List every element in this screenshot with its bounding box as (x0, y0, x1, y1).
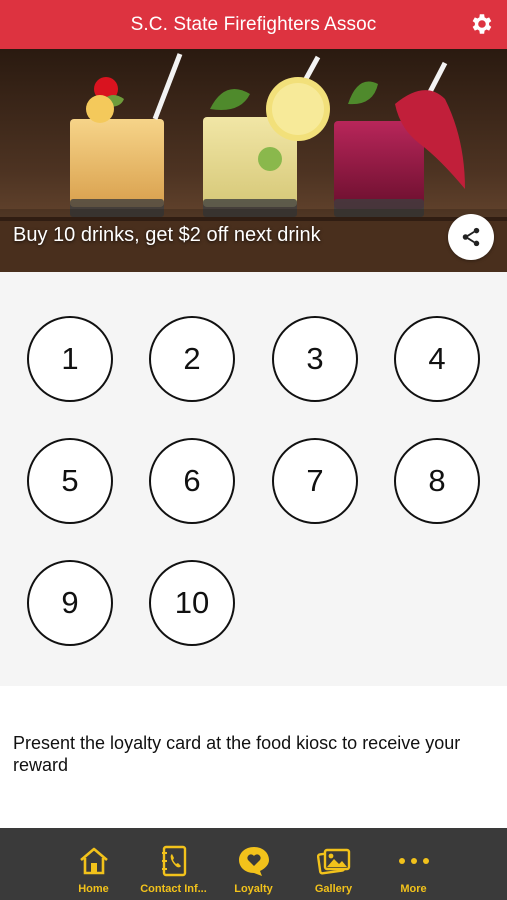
tab-loyalty[interactable]: Loyalty (214, 828, 294, 900)
heart-bubble-icon (237, 845, 271, 877)
contact-book-icon (157, 845, 191, 877)
app-header: S.C. State Firefighters Assoc (0, 0, 507, 49)
home-icon (77, 845, 111, 877)
tab-contact-info[interactable]: Contact Inf... (134, 828, 214, 900)
app-title: S.C. State Firefighters Assoc (130, 13, 377, 35)
gallery-icon (316, 845, 351, 877)
offer-caption: Buy 10 drinks, get $2 off next drink (13, 224, 321, 246)
gear-icon[interactable] (467, 10, 495, 38)
stamp-8[interactable]: 8 (394, 438, 480, 524)
bottom-tab-bar: Home Contact Inf... Loyalty Gallery More (0, 828, 507, 900)
share-icon[interactable] (448, 214, 494, 260)
stamp-1[interactable]: 1 (27, 316, 113, 402)
tab-label: Gallery (314, 883, 353, 895)
tab-label: Loyalty (234, 883, 273, 895)
hero-banner: Buy 10 drinks, get $2 off next drink (0, 49, 507, 272)
reward-instructions: Present the loyalty card at the food kio… (13, 733, 461, 775)
tab-label: Contact Inf... (140, 883, 207, 895)
tab-label: More (400, 883, 427, 895)
stamp-9[interactable]: 9 (27, 560, 113, 646)
stamp-6[interactable]: 6 (149, 438, 235, 524)
stamp-3[interactable]: 3 (272, 316, 358, 402)
stamp-5[interactable]: 5 (27, 438, 113, 524)
stamp-10[interactable]: 10 (149, 560, 235, 646)
tab-gallery[interactable]: Gallery (294, 828, 374, 900)
tab-label: Home (78, 883, 109, 895)
stamp-7[interactable]: 7 (272, 438, 358, 524)
loyalty-stamps-grid: 1 2 3 4 5 6 7 8 9 10 (0, 272, 507, 686)
tab-home[interactable]: Home (54, 828, 134, 900)
tab-more[interactable]: More (374, 828, 454, 900)
more-icon (397, 845, 431, 877)
stamp-2[interactable]: 2 (149, 316, 235, 402)
stamp-4[interactable]: 4 (394, 316, 480, 402)
